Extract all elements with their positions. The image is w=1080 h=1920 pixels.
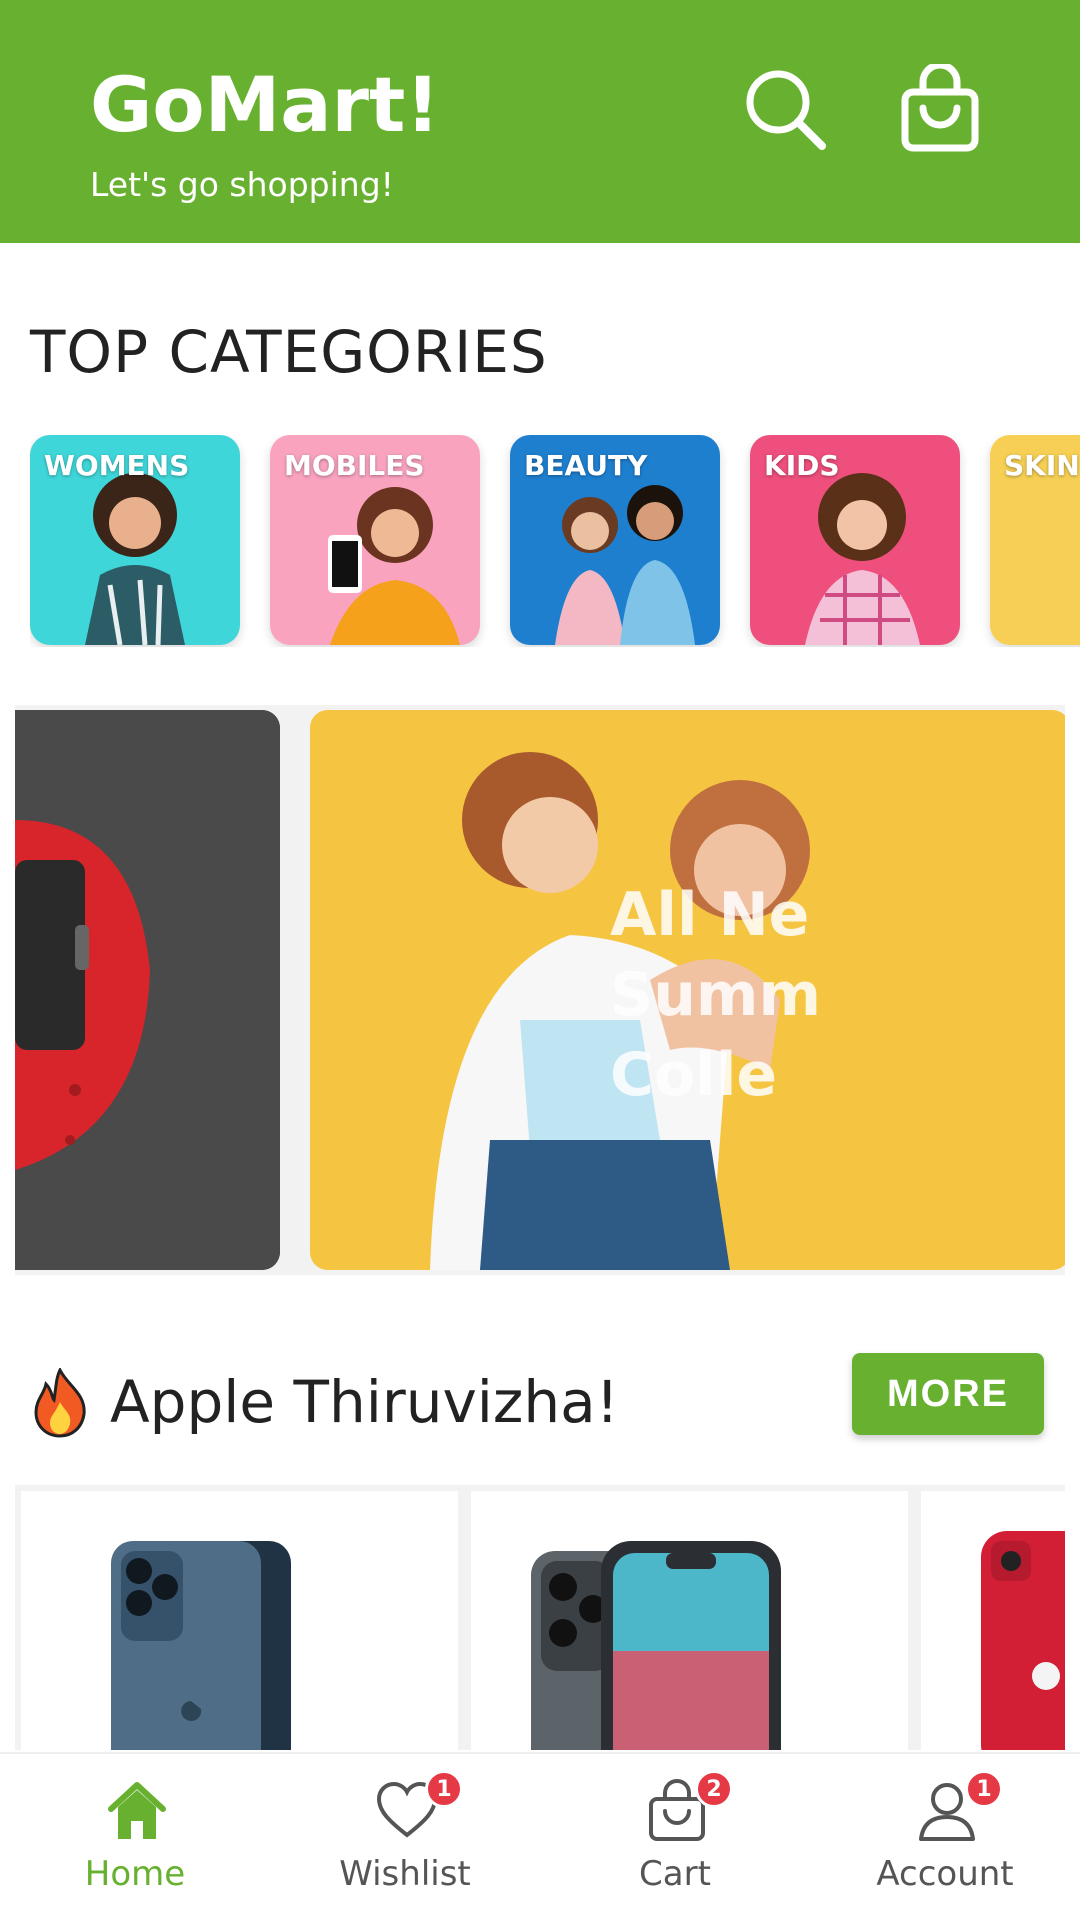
cart-badge: 2 [695, 1770, 733, 1808]
category-strip[interactable]: WOMENS MOBILES BEAUTY KIDS SKIN [30, 435, 1080, 647]
nav-label: Home [84, 1854, 186, 1894]
promo-banner-carousel[interactable]: All Ne Summ Colle [15, 705, 1065, 1275]
fire-icon [34, 1368, 86, 1438]
product-image [531, 1541, 781, 1750]
category-label: KIDS [764, 449, 840, 482]
category-mobiles[interactable]: MOBILES [270, 435, 480, 645]
top-categories-heading: TOP CATEGORIES [30, 318, 548, 386]
smartwatch-image [15, 710, 280, 1270]
category-label: SKIN [1004, 449, 1080, 482]
category-kids[interactable]: KIDS [750, 435, 960, 645]
banner-text-line: All Ne [610, 880, 810, 950]
nav-label: Account [876, 1854, 1014, 1894]
nav-home[interactable]: Home [0, 1754, 270, 1920]
deals-title: Apple Thiruvizha! [110, 1368, 619, 1436]
category-womens[interactable]: WOMENS [30, 435, 240, 645]
nav-wishlist[interactable]: 1 Wishlist [270, 1754, 540, 1920]
home-icon [108, 1782, 166, 1839]
banner-slide-watch[interactable] [15, 710, 280, 1270]
account-badge: 1 [965, 1770, 1003, 1808]
bottom-navigation: Home 1 Wishlist 2 Cart 1 Account [0, 1752, 1080, 1920]
banner-text-line: Summ [610, 960, 821, 1030]
more-button[interactable]: MORE [852, 1353, 1044, 1435]
wishlist-badge: 1 [425, 1770, 463, 1808]
app-header: GoMart! Let's go shopping! [0, 0, 1080, 243]
nav-cart[interactable]: 2 Cart [540, 1754, 810, 1920]
home-screen: GoMart! Let's go shopping! TOP CATEGORIE… [0, 0, 1080, 1920]
app-subtitle: Let's go shopping! [90, 165, 394, 204]
product-card[interactable] [471, 1491, 908, 1750]
product-card[interactable] [921, 1491, 1065, 1750]
shopping-bag-icon[interactable] [895, 64, 985, 154]
nav-account[interactable]: 1 Account [810, 1754, 1080, 1920]
category-skin[interactable]: SKIN [990, 435, 1080, 645]
banner-text-line: Colle [610, 1040, 778, 1110]
nav-label: Wishlist [339, 1854, 471, 1894]
product-card[interactable] [21, 1491, 458, 1750]
category-beauty[interactable]: BEAUTY [510, 435, 720, 645]
search-icon[interactable] [740, 64, 830, 154]
product-carousel[interactable] [15, 1485, 1065, 1750]
app-title: GoMart! [90, 60, 440, 149]
product-image [111, 1541, 291, 1750]
product-image [981, 1531, 1065, 1750]
nav-label: Cart [639, 1854, 711, 1894]
category-label: WOMENS [44, 449, 190, 482]
category-label: BEAUTY [524, 449, 648, 482]
category-label: MOBILES [284, 449, 425, 482]
